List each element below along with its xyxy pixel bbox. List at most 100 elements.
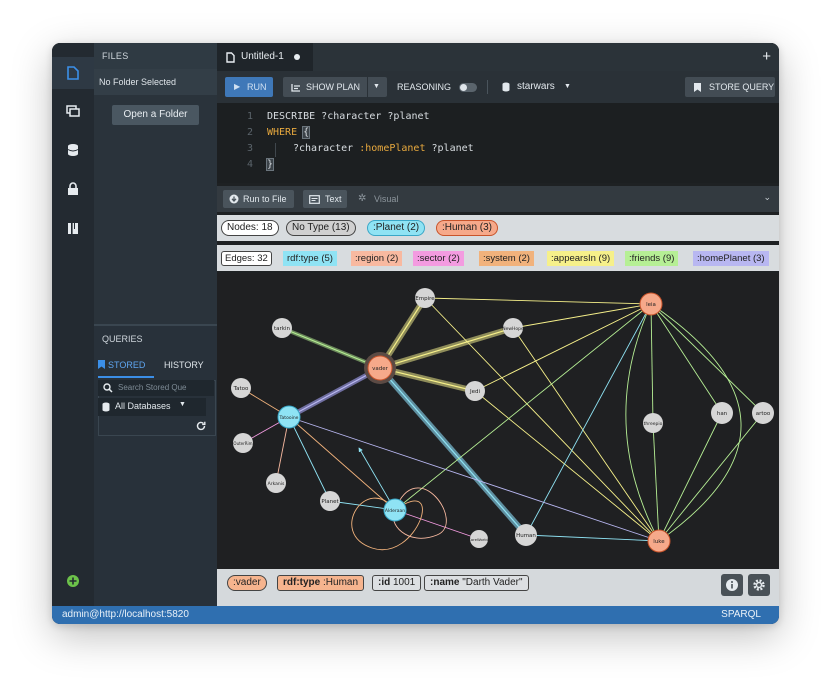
node-label: Human: [516, 533, 536, 539]
search-input[interactable]: Search Stored Que: [98, 380, 214, 396]
database-select[interactable]: All Databases ▼: [98, 398, 206, 416]
tab-label: Untitled-1: [241, 51, 284, 62]
name-property: :name "Darth Vader": [424, 575, 529, 591]
edge-filter-chip[interactable]: :appearsIn (9): [547, 251, 615, 266]
node-tatooine[interactable]: Tatooine: [277, 405, 301, 429]
node-filter-pill[interactable]: :Planet (2): [367, 220, 426, 236]
bookmark-icon: [694, 83, 701, 92]
files-header: FILES: [94, 43, 217, 69]
lock-icon[interactable]: [52, 173, 94, 205]
node-vader[interactable]: vader: [364, 352, 396, 384]
node-luke[interactable]: luke: [647, 529, 671, 553]
edge-leia-artoo: [650, 303, 764, 414]
chevron-down-icon: ▼: [564, 83, 571, 90]
show-plan-button[interactable]: SHOW PLAN ▼: [283, 77, 387, 97]
tab-untitled[interactable]: Untitled-1: [217, 43, 313, 71]
edge-filter-chip[interactable]: :system (2): [479, 251, 534, 266]
info-button[interactable]: [721, 574, 743, 596]
node-human[interactable]: Human: [515, 524, 537, 546]
node-artoo[interactable]: artoo: [752, 402, 774, 424]
edge-newhope-luke: [512, 327, 660, 542]
node-label: Jedi: [469, 389, 480, 395]
node-label: OuterRim: [233, 441, 252, 446]
book-icon[interactable]: [52, 212, 94, 244]
node-leia[interactable]: leia: [639, 292, 663, 316]
visual-view-button[interactable]: ✲ Visual: [353, 190, 405, 208]
line-number: 4: [246, 159, 253, 170]
stack-icon[interactable]: [52, 95, 94, 127]
reasoning-toggle[interactable]: [459, 83, 477, 92]
file-icon[interactable]: [52, 57, 94, 89]
download-icon: [229, 194, 239, 204]
node-planet[interactable]: Planet: [320, 491, 340, 511]
node-alderaan[interactable]: Alderaan: [383, 498, 407, 522]
no-folder-label: No Folder Selected: [94, 69, 217, 95]
database-icon[interactable]: [52, 134, 94, 166]
plan-icon: [291, 84, 300, 92]
graph-svg[interactable]: Empire tarkin NewHope Jedi vader leia Ta…: [217, 273, 779, 569]
edge-luke-threepio: [652, 422, 660, 542]
tab-stored[interactable]: STORED: [98, 354, 154, 378]
database-icon: [502, 82, 510, 92]
text-view-button[interactable]: Text: [303, 190, 347, 208]
tab-history[interactable]: HISTORY: [164, 354, 204, 376]
node-arkanis[interactable]: Arkanis: [266, 473, 286, 493]
edge-filter-chip[interactable]: :homePlanet (3): [693, 251, 769, 266]
refresh-icon[interactable]: [196, 418, 206, 436]
main-area: Untitled-1 + ▶ RUN SHOW PLAN ▼ REASONING: [217, 43, 779, 606]
graph-canvas[interactable]: Empire tarkin NewHope Jedi vader leia Ta…: [217, 273, 779, 569]
graph-icon: ✲: [358, 193, 367, 204]
status-bar: admin@http://localhost:5820 SPARQL: [52, 606, 779, 624]
node-threepio[interactable]: threepio: [643, 413, 663, 433]
edge-filter-chip[interactable]: :region (2): [351, 251, 403, 266]
new-tab-button[interactable]: +: [762, 48, 771, 65]
edge-count-pill[interactable]: Edges: 32: [221, 251, 272, 266]
node-newhope[interactable]: NewHope: [502, 318, 524, 338]
node-label: Tatoo: [233, 386, 249, 392]
query-toolbar: ▶ RUN SHOW PLAN ▼ REASONING starwars ▼ S…: [217, 71, 779, 103]
line-number: 2: [246, 127, 253, 138]
node-label: tarkin: [274, 326, 291, 332]
node-label: han: [717, 411, 728, 417]
edge-filter-chip[interactable]: :sector (2): [413, 251, 464, 266]
activity-rail: [52, 43, 94, 606]
files-panel: FILES No Folder Selected Open a Folder Q…: [94, 43, 217, 608]
results-toolbar: Run to File Text ✲ Visual ⌄: [217, 186, 779, 212]
node-filter-pill[interactable]: No Type (13): [286, 220, 356, 236]
node-jedi[interactable]: Jedi: [465, 381, 485, 401]
open-folder-button[interactable]: Open a Folder: [112, 105, 199, 125]
edge-leia-alderaan: [394, 303, 652, 511]
edge-filter-chip[interactable]: rdf:type (5): [283, 251, 337, 266]
code-editor[interactable]: 1 2 3 4 DESCRIBE ?character ?planet WHER…: [217, 103, 779, 183]
id-property: :id 1001: [372, 575, 422, 591]
reasoning-label: REASONING: [397, 82, 452, 92]
node-filter-pill[interactable]: Nodes: 18: [221, 220, 279, 236]
node-tarkin[interactable]: tarkin: [272, 318, 292, 338]
node-outerrim[interactable]: OuterRim: [233, 433, 253, 453]
node-han[interactable]: han: [711, 402, 733, 424]
node-coreworlds[interactable]: CoreWorlds: [468, 530, 490, 548]
node-label: Empire: [415, 296, 435, 302]
chevron-down-icon[interactable]: ⌄: [763, 192, 771, 203]
node-details-bar: :vader rdf:type :Human :id 1001 :name "D…: [217, 569, 779, 606]
node-label: Planet: [321, 499, 339, 505]
node-label: artoo: [756, 411, 771, 417]
node-label: vader: [372, 366, 389, 372]
node-label: NewHope: [502, 326, 524, 332]
edge-luke-artoo: [658, 412, 764, 542]
edge-newhope-leia: [512, 303, 652, 329]
queries-header: QUERIES: [102, 334, 143, 344]
play-icon: ▶: [234, 82, 241, 91]
chevron-down-icon[interactable]: ▼: [373, 77, 380, 97]
run-to-file-button[interactable]: Run to File: [223, 190, 294, 208]
node-filter-pill[interactable]: :Human (3): [436, 220, 499, 236]
run-button[interactable]: ▶ RUN: [225, 77, 273, 97]
plus-circle-icon[interactable]: [52, 565, 94, 597]
settings-button[interactable]: [748, 574, 770, 596]
edge-filter-chip[interactable]: :friends (9): [625, 251, 679, 266]
store-query-button[interactable]: STORE QUERY: [685, 77, 775, 97]
code-line-2: WHERE {: [267, 126, 311, 139]
selected-node-pill[interactable]: :vader: [227, 575, 267, 591]
app-window: FILES No Folder Selected Open a Folder Q…: [52, 43, 779, 624]
node-tatoo[interactable]: Tatoo: [231, 378, 251, 398]
